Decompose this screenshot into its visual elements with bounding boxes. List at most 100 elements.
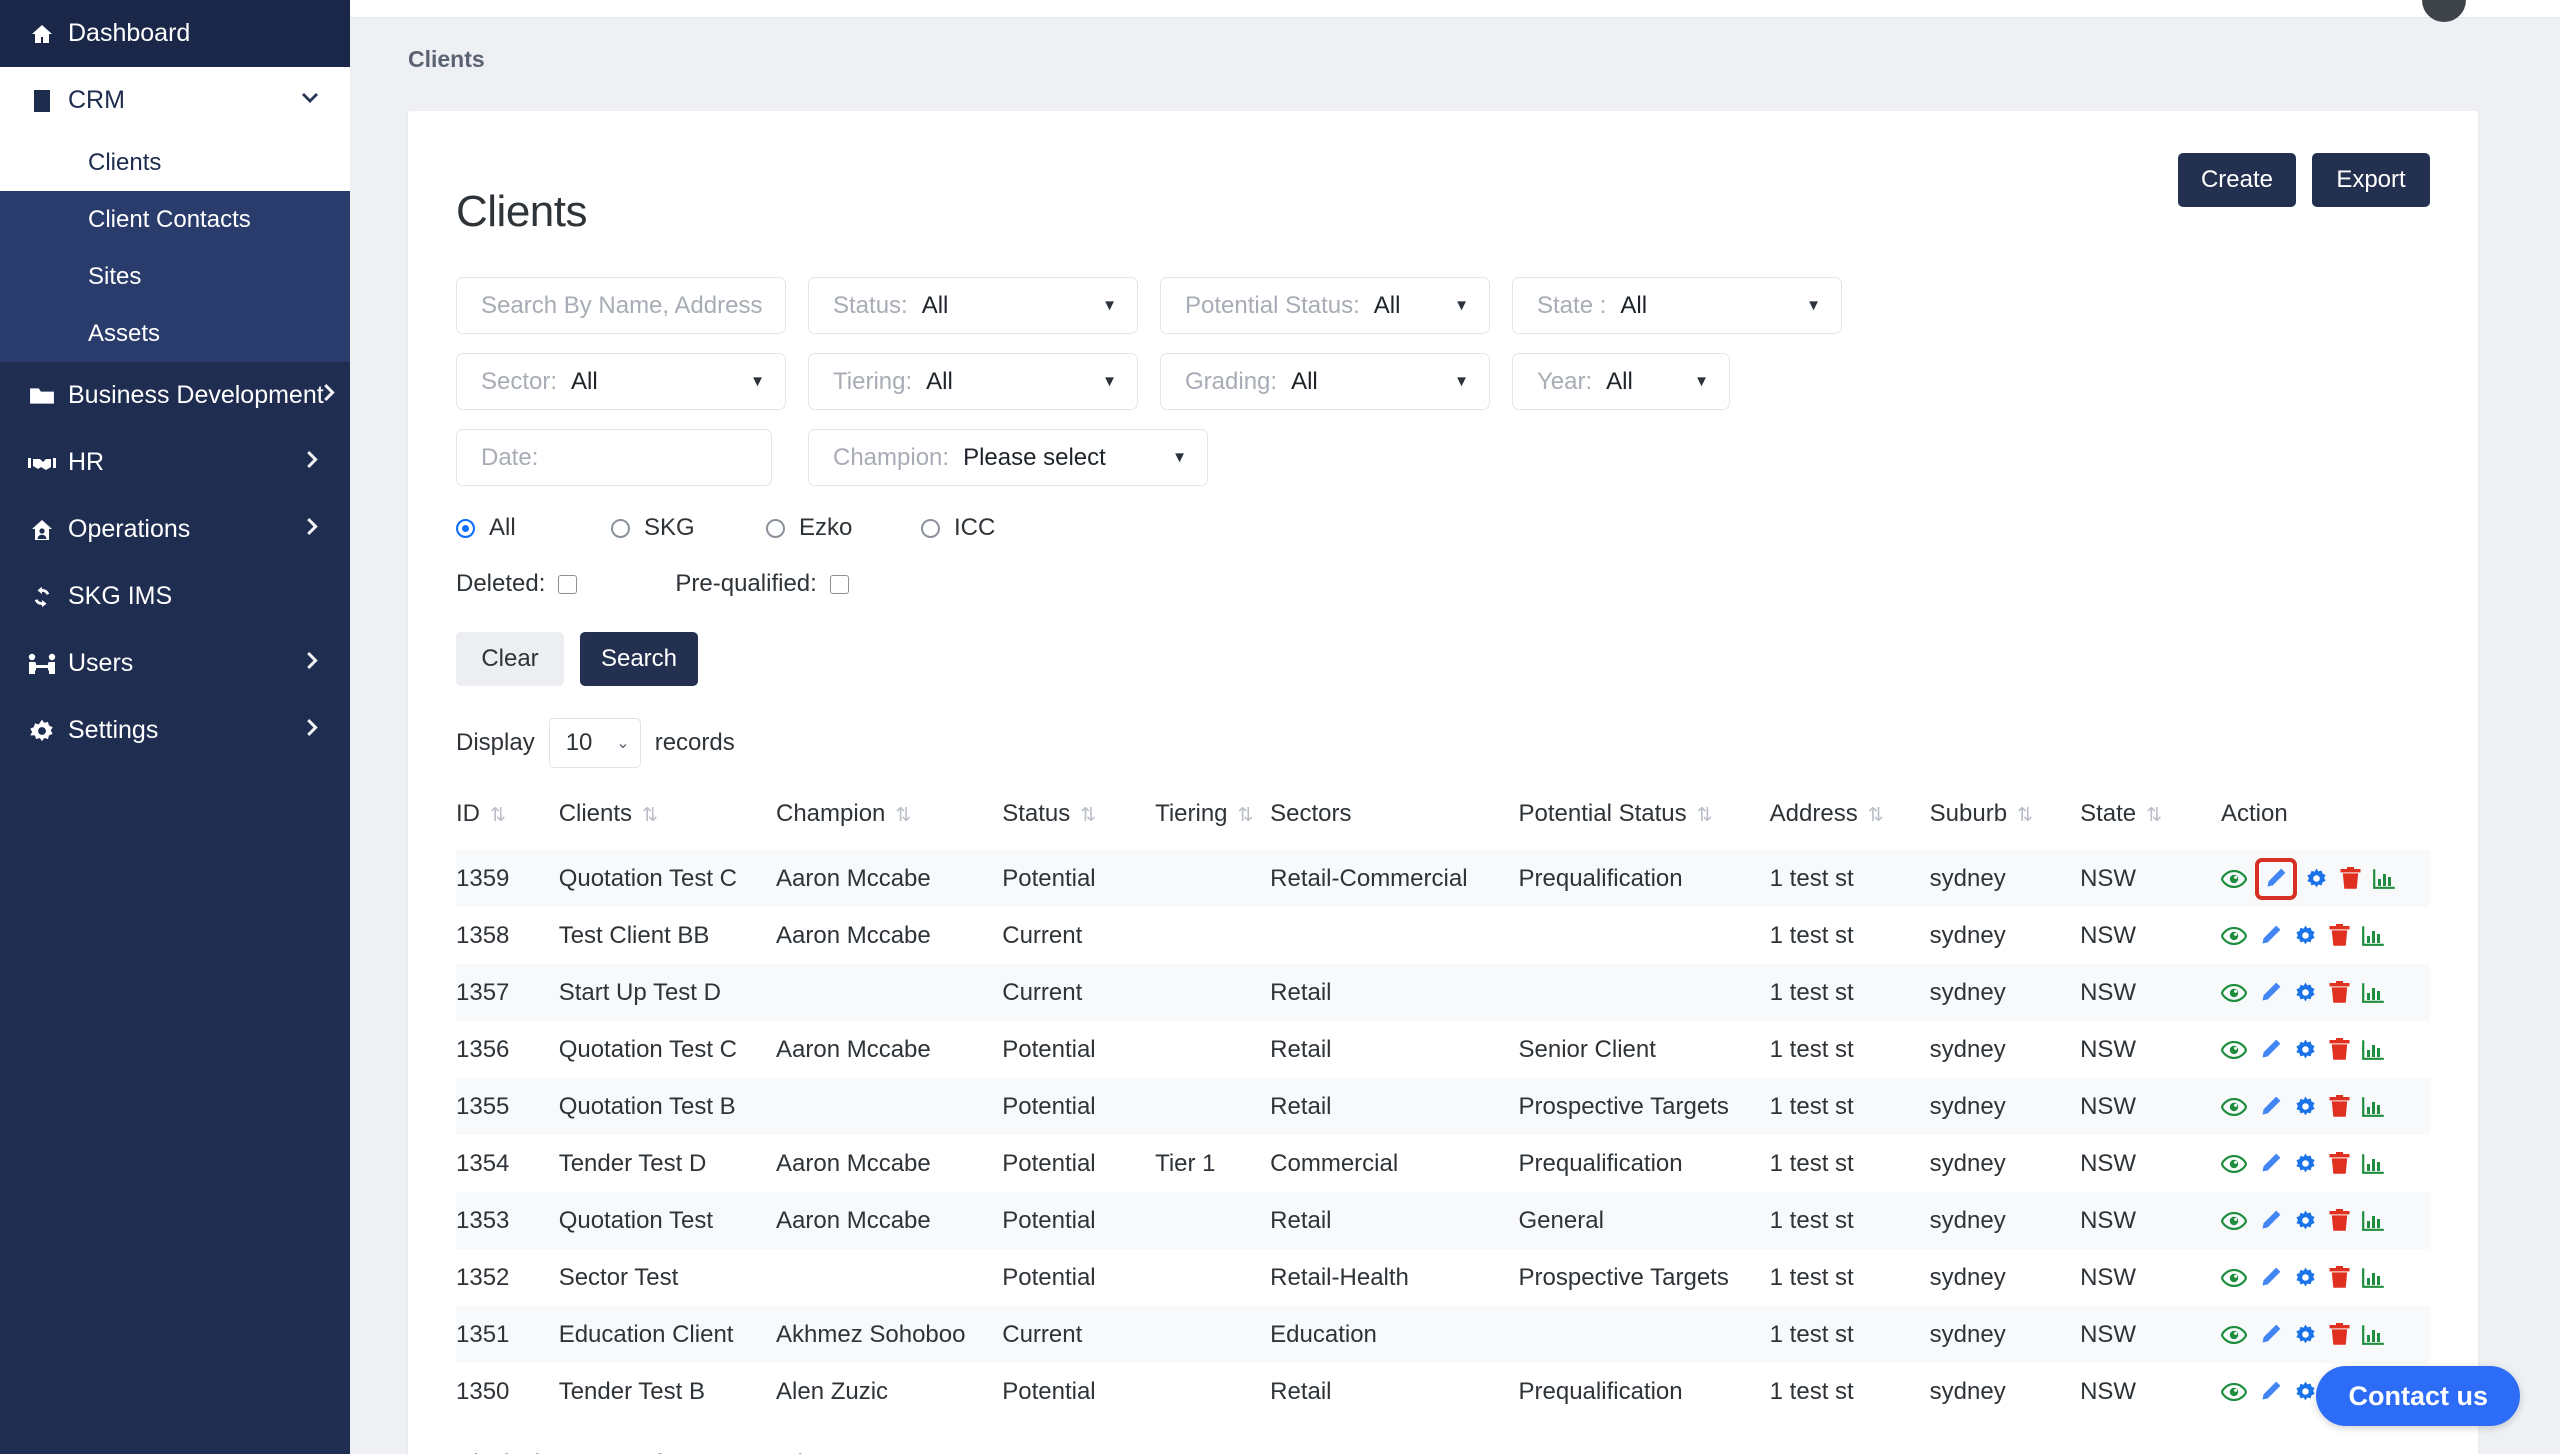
col-tiering[interactable]: Tiering ⇅ [1155,790,1270,850]
settings-gear-icon[interactable] [2294,924,2317,947]
delete-trash-icon[interactable] [2329,1152,2350,1175]
date-input[interactable]: Date: [456,429,772,486]
report-chart-icon[interactable] [2362,1153,2385,1174]
potential-status-select[interactable]: Potential Status: All ▼ [1160,277,1490,334]
edit-pencil-icon[interactable] [2259,1266,2282,1289]
search-button[interactable]: Search [580,632,698,686]
year-select[interactable]: Year: All ▼ [1512,353,1730,410]
table-row[interactable]: 1354 Tender Test D Aaron Mccabe Potential Ti… [456,1135,2430,1192]
sidebar-item-crm[interactable]: CRM [0,67,350,134]
edit-pencil-icon[interactable] [2259,1095,2282,1118]
grading-select[interactable]: Grading: All ▼ [1160,353,1490,410]
view-eye-icon[interactable] [2220,926,2247,945]
delete-trash-icon[interactable] [2329,1095,2350,1118]
radio-ezko[interactable]: Ezko [766,514,921,542]
delete-trash-icon[interactable] [2340,867,2361,890]
col-champion[interactable]: Champion ⇅ [776,790,1002,850]
clear-button[interactable]: Clear [456,632,564,686]
report-chart-icon[interactable] [2362,1210,2385,1231]
table-row[interactable]: 1357 Start Up Test D Current Retail 1 test s… [456,964,2430,1021]
col-suburb[interactable]: Suburb ⇅ [1930,790,2080,850]
contact-us-button[interactable]: Contact us [2316,1366,2520,1426]
table-row[interactable]: 1351 Education Client Akhmez Sohoboo Curren… [456,1306,2430,1363]
settings-gear-icon[interactable] [2305,867,2328,890]
view-eye-icon[interactable] [2220,869,2247,888]
records-per-page-select[interactable]: 10 ⌄ [548,718,641,768]
sidebar-item-business-development[interactable]: Business Development [0,362,350,429]
col-id[interactable]: ID ⇅ [456,790,559,850]
export-button[interactable]: Export [2312,153,2430,207]
table-row[interactable]: 1359 Quotation Test C Aaron Mccabe Potentia… [456,850,2430,907]
table-row[interactable]: 1356 Quotation Test C Aaron Mccabe Potentia… [456,1021,2430,1078]
edit-pencil-icon[interactable] [2259,981,2282,1004]
view-eye-icon[interactable] [2220,1154,2247,1173]
edit-pencil-icon[interactable] [2259,1152,2282,1175]
tiering-select[interactable]: Tiering: All ▼ [808,353,1138,410]
sidebar-item-assets[interactable]: Assets [0,305,350,362]
settings-gear-icon[interactable] [2294,1038,2317,1061]
view-eye-icon[interactable] [2220,1097,2247,1116]
report-chart-icon[interactable] [2362,982,2385,1003]
edit-pencil-icon[interactable] [2259,1038,2282,1061]
radio-all[interactable]: All [456,514,611,542]
delete-trash-icon[interactable] [2329,924,2350,947]
table-row[interactable]: 1353 Quotation Test Aaron Mccabe Potential R… [456,1192,2430,1249]
col-potential-status[interactable]: Potential Status ⇅ [1519,790,1770,850]
table-row[interactable]: 1358 Test Client BB Aaron Mccabe Current 1 t… [456,907,2430,964]
radio-skg[interactable]: SKG [611,514,766,542]
radio-icc[interactable]: ICC [921,514,995,542]
sidebar-item-users[interactable]: Users [0,630,350,697]
report-chart-icon[interactable] [2373,868,2396,889]
delete-trash-icon[interactable] [2329,1266,2350,1289]
sidebar-item-sites[interactable]: Sites [0,248,350,305]
view-eye-icon[interactable] [2220,1040,2247,1059]
settings-gear-icon[interactable] [2294,1209,2317,1232]
settings-gear-icon[interactable] [2294,1152,2317,1175]
sidebar-item-hr[interactable]: HR [0,429,350,496]
report-chart-icon[interactable] [2362,1324,2385,1345]
sidebar-item-dashboard[interactable]: Dashboard [0,0,350,67]
report-chart-icon[interactable] [2362,1096,2385,1117]
edit-pencil-icon[interactable] [2254,857,2297,900]
create-button[interactable]: Create [2178,153,2296,207]
view-eye-icon[interactable] [2220,1211,2247,1230]
settings-gear-icon[interactable] [2294,1323,2317,1346]
delete-trash-icon[interactable] [2329,1209,2350,1232]
col-state[interactable]: State ⇅ [2080,790,2221,850]
table-row[interactable]: 1350 Tender Test B Alen Zuzic Potential Reta… [456,1363,2430,1420]
search-input[interactable]: Search By Name, Address [456,277,786,334]
delete-trash-icon[interactable] [2329,1323,2350,1346]
report-chart-icon[interactable] [2362,925,2385,946]
sidebar-item-settings[interactable]: Settings [0,697,350,764]
view-eye-icon[interactable] [2220,983,2247,1002]
delete-trash-icon[interactable] [2329,981,2350,1004]
report-chart-icon[interactable] [2362,1039,2385,1060]
edit-pencil-icon[interactable] [2259,924,2282,947]
settings-gear-icon[interactable] [2294,1095,2317,1118]
deleted-checkbox[interactable] [558,574,578,594]
sidebar-item-client-contacts[interactable]: Client Contacts [0,191,350,248]
view-eye-icon[interactable] [2220,1325,2247,1344]
table-row[interactable]: 1352 Sector Test Potential Retail-Health Pro… [456,1249,2430,1306]
sidebar-item-operations[interactable]: Operations [0,496,350,563]
state-select[interactable]: State : All ▼ [1512,277,1842,334]
sidebar-item-skg-ims[interactable]: SKG IMS [0,563,350,630]
edit-pencil-icon[interactable] [2259,1380,2282,1403]
settings-gear-icon[interactable] [2294,1380,2317,1403]
view-eye-icon[interactable] [2220,1382,2247,1401]
prequalified-checkbox[interactable] [829,574,849,594]
sector-select[interactable]: Sector: All ▼ [456,353,786,410]
champion-select[interactable]: Champion: Please select ▼ [808,429,1208,486]
edit-pencil-icon[interactable] [2259,1209,2282,1232]
table-row[interactable]: 1355 Quotation Test B Potential Retail Prosp… [456,1078,2430,1135]
col-status[interactable]: Status ⇅ [1002,790,1155,850]
settings-gear-icon[interactable] [2294,981,2317,1004]
edit-pencil-icon[interactable] [2259,1323,2282,1346]
view-eye-icon[interactable] [2220,1268,2247,1287]
col-address[interactable]: Address ⇅ [1770,790,1930,850]
col-clients[interactable]: Clients ⇅ [559,790,776,850]
delete-trash-icon[interactable] [2329,1038,2350,1061]
settings-gear-icon[interactable] [2294,1266,2317,1289]
sidebar-item-clients[interactable]: Clients [0,134,350,191]
col-sectors[interactable]: Sectors [1270,790,1518,850]
